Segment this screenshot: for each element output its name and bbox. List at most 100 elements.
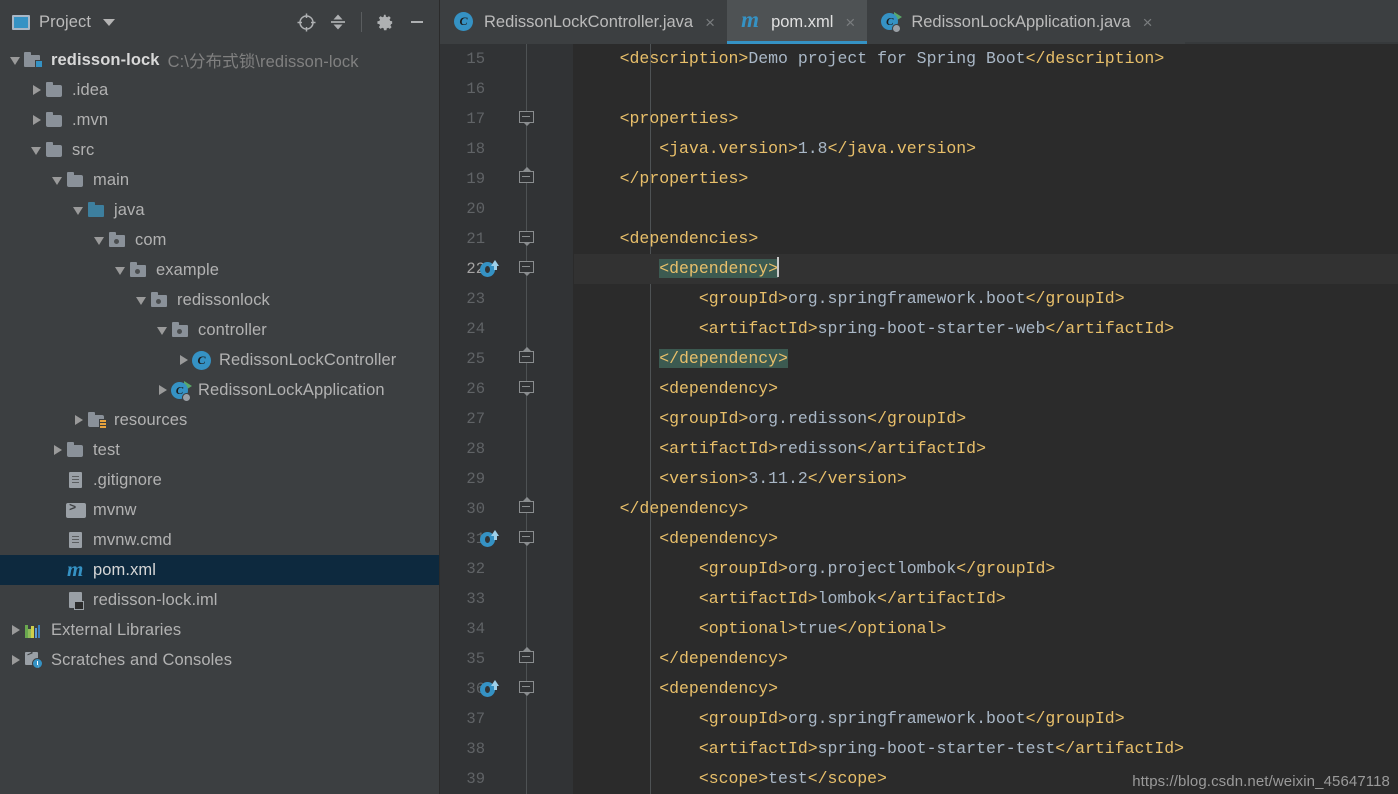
gutter-row: 33: [440, 584, 573, 614]
target-locate-icon[interactable]: [292, 8, 320, 36]
maven-reimport-icon[interactable]: [480, 530, 499, 549]
tree-item-src[interactable]: src: [0, 135, 439, 165]
code-fold-toggle[interactable]: [519, 381, 534, 396]
tree-item-idea[interactable]: .idea: [0, 75, 439, 105]
tree-collapse-arrow[interactable]: [155, 382, 171, 398]
maven-icon: [66, 557, 86, 582]
maven-reimport-icon[interactable]: [480, 260, 499, 279]
project-title-group[interactable]: Project: [12, 13, 116, 32]
code-line[interactable]: <version>3.11.2</version>: [574, 464, 1398, 494]
code-line[interactable]: [574, 74, 1398, 104]
tree-collapse-arrow[interactable]: [8, 622, 24, 638]
maven-reimport-icon[interactable]: [480, 680, 499, 699]
tree-item-java[interactable]: java: [0, 195, 439, 225]
code-line[interactable]: <dependency>: [574, 524, 1398, 554]
tree-item-mvnw-cmd[interactable]: mvnw.cmd: [0, 525, 439, 555]
tree-item-gitignore[interactable]: .gitignore: [0, 465, 439, 495]
code-line[interactable]: <description>Demo project for Spring Boo…: [574, 44, 1398, 74]
close-icon[interactable]: ×: [705, 14, 715, 31]
code-fold-toggle[interactable]: [519, 497, 534, 516]
code-line[interactable]: <groupId>org.springframework.boot</group…: [574, 284, 1398, 314]
code-token: <artifactId>: [698, 739, 818, 758]
code-line[interactable]: <dependency>: [574, 254, 1398, 284]
tree-item-scratches-and-consoles[interactable]: Scratches and Consoles: [0, 645, 439, 675]
code-fold-toggle[interactable]: [519, 167, 534, 186]
tree-item-controller[interactable]: controller: [0, 315, 439, 345]
tab-pom-xml[interactable]: pom.xml ×: [727, 0, 868, 44]
code-line[interactable]: <groupId>org.redisson</groupId>: [574, 404, 1398, 434]
tree-item-external-libraries[interactable]: External Libraries: [0, 615, 439, 645]
tree-item-pom-xml[interactable]: pom.xml: [0, 555, 439, 585]
code-line[interactable]: <artifactId>spring-boot-starter-web</art…: [574, 314, 1398, 344]
tree-collapse-arrow[interactable]: [50, 442, 66, 458]
tree-item-redissonlock[interactable]: redissonlock: [0, 285, 439, 315]
tree-item-main[interactable]: main: [0, 165, 439, 195]
tree-expand-arrow[interactable]: [92, 232, 108, 248]
code-fold-toggle[interactable]: [519, 531, 534, 546]
code-line[interactable]: [574, 194, 1398, 224]
code-token: <groupId>: [698, 289, 788, 308]
code-line[interactable]: <artifactId>lombok</artifactId>: [574, 584, 1398, 614]
tree-item-mvn[interactable]: .mvn: [0, 105, 439, 135]
minimize-icon[interactable]: [403, 8, 431, 36]
gear-icon[interactable]: [371, 8, 399, 36]
code-line[interactable]: </dependency>: [574, 344, 1398, 374]
tree-expand-arrow[interactable]: [8, 52, 24, 68]
tree-item-redissonlockapplication[interactable]: RedissonLockApplication: [0, 375, 439, 405]
tree-collapse-arrow[interactable]: [176, 352, 192, 368]
code-line[interactable]: <groupId>org.springframework.boot</group…: [574, 704, 1398, 734]
code-line[interactable]: <java.version>1.8</java.version>: [574, 134, 1398, 164]
tree-collapse-arrow[interactable]: [29, 112, 45, 128]
file-icon: [66, 471, 86, 489]
close-icon[interactable]: ×: [1143, 14, 1153, 31]
tree-item-com[interactable]: com: [0, 225, 439, 255]
java-class-icon: [454, 12, 475, 32]
editor-body[interactable]: 15 16 17 18 19 20 21 22 23 24 25 26 27 28 29 30 31 32 33 34…: [440, 44, 1398, 794]
tree-expand-arrow[interactable]: [134, 292, 150, 308]
collapse-all-icon[interactable]: [324, 8, 352, 36]
code-line[interactable]: <dependency>: [574, 674, 1398, 704]
code-fold-toggle[interactable]: [519, 681, 534, 696]
tree-expand-arrow[interactable]: [155, 322, 171, 338]
code-content[interactable]: <description>Demo project for Spring Boo…: [574, 44, 1398, 794]
tree-collapse-arrow[interactable]: [8, 652, 24, 668]
project-tree[interactable]: redisson-lock C:\分布式锁\redisson-lock .idea.…: [0, 44, 439, 794]
code-token: 1.8: [797, 139, 828, 158]
line-number: 28: [466, 440, 485, 458]
tab-redissonlockcontroller-java[interactable]: RedissonLockController.java ×: [440, 0, 727, 44]
code-line[interactable]: </properties>: [574, 164, 1398, 194]
tree-item-redissonlockcontroller[interactable]: RedissonLockController: [0, 345, 439, 375]
tree-item-test[interactable]: test: [0, 435, 439, 465]
tree-collapse-arrow[interactable]: [71, 412, 87, 428]
code-line[interactable]: <groupId>org.projectlombok</groupId>: [574, 554, 1398, 584]
code-token: <artifactId>: [698, 589, 818, 608]
code-fold-toggle[interactable]: [519, 231, 534, 246]
tree-expand-arrow[interactable]: [29, 142, 45, 158]
tree-expand-arrow[interactable]: [50, 172, 66, 188]
code-line[interactable]: <dependency>: [574, 374, 1398, 404]
tree-item-mvnw[interactable]: mvnw: [0, 495, 439, 525]
code-line[interactable]: <properties>: [574, 104, 1398, 134]
code-fold-toggle[interactable]: [519, 111, 534, 126]
code-line[interactable]: </dependency>: [574, 644, 1398, 674]
code-line[interactable]: <optional>true</optional>: [574, 614, 1398, 644]
editor-gutter[interactable]: 15 16 17 18 19 20 21 22 23 24 25 26 27 28 29 30 31 32 33 34…: [440, 44, 573, 794]
tree-item-redisson-lock[interactable]: redisson-lock C:\分布式锁\redisson-lock: [0, 45, 439, 75]
close-icon[interactable]: ×: [845, 14, 855, 31]
tree-item-label: .gitignore: [93, 470, 162, 489]
tree-item-example[interactable]: example: [0, 255, 439, 285]
code-line[interactable]: <artifactId>redisson</artifactId>: [574, 434, 1398, 464]
tree-collapse-arrow[interactable]: [29, 82, 45, 98]
code-line[interactable]: <artifactId>spring-boot-starter-test</ar…: [574, 734, 1398, 764]
code-line[interactable]: </dependency>: [574, 494, 1398, 524]
tree-item-resources[interactable]: resources: [0, 405, 439, 435]
tree-expand-arrow[interactable]: [71, 202, 87, 218]
tree-item-redisson-lock-iml[interactable]: redisson-lock.iml: [0, 585, 439, 615]
chevron-down-icon[interactable]: [103, 18, 116, 26]
tree-expand-arrow[interactable]: [113, 262, 129, 278]
code-fold-toggle[interactable]: [519, 347, 534, 366]
code-line[interactable]: <dependencies>: [574, 224, 1398, 254]
code-fold-toggle[interactable]: [519, 647, 534, 666]
tab-redissonlockapplication-java[interactable]: RedissonLockApplication.java ×: [867, 0, 1164, 44]
code-fold-toggle[interactable]: [519, 261, 534, 276]
